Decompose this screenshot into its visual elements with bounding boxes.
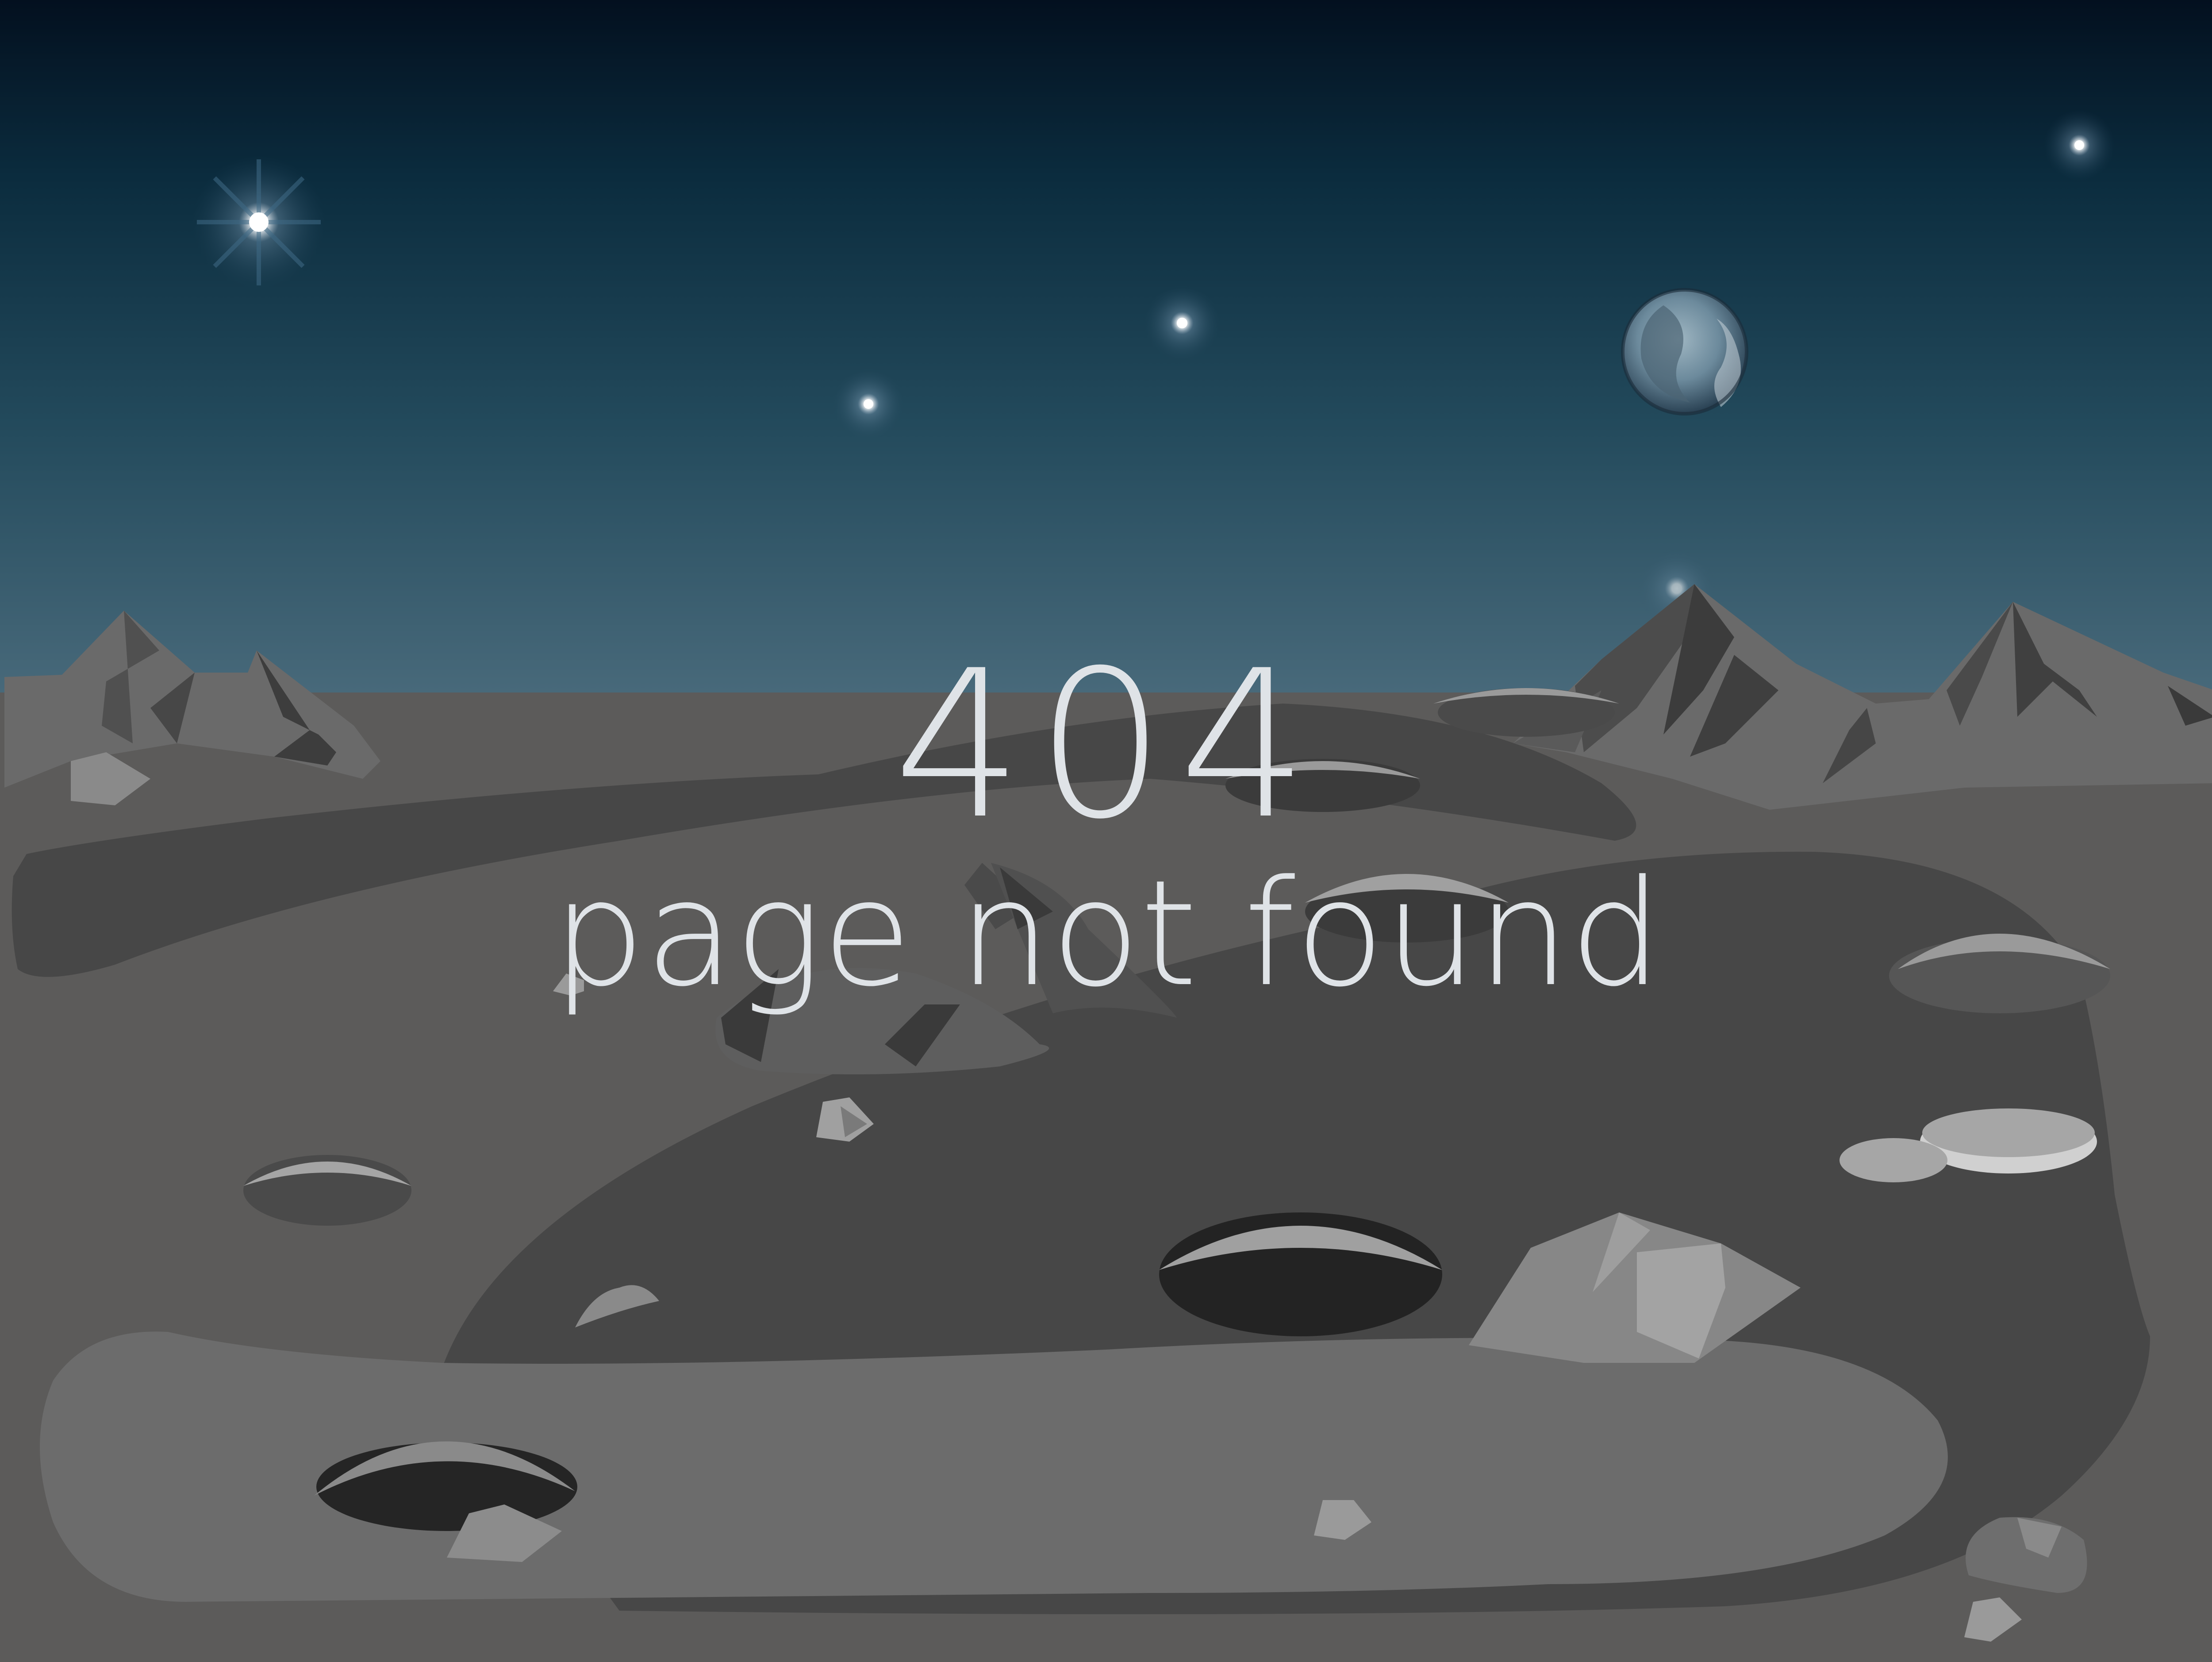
star-icon: [2044, 110, 2115, 181]
error-message: page not found: [552, 849, 1663, 1019]
crater-icon: [1839, 1138, 1947, 1182]
earth-planet-icon: [1621, 288, 1748, 416]
star-icon: [192, 156, 325, 289]
star-icon: [1144, 285, 1220, 361]
night-sky: [0, 0, 2212, 708]
light-ground-region: [40, 1331, 1948, 1602]
error-code: 404: [893, 627, 1321, 864]
crater-icon: [243, 1155, 411, 1226]
star-icon: [833, 369, 904, 439]
crater-icon: [1159, 1212, 1442, 1336]
